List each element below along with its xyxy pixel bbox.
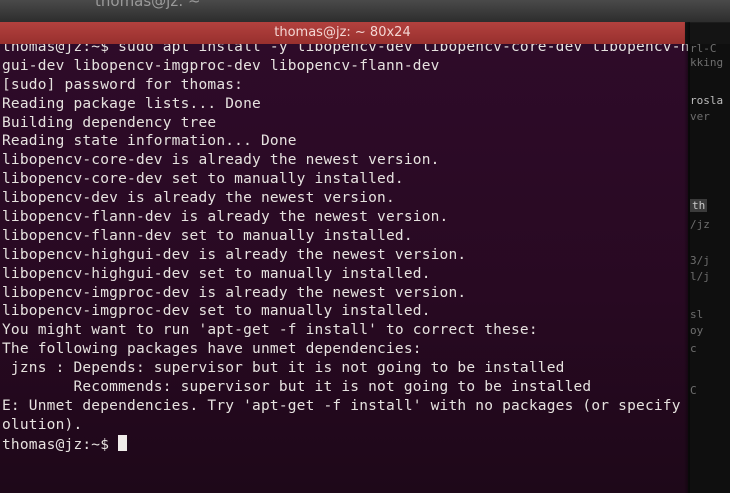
terminal-line: The following packages have unmet depend…	[2, 341, 422, 358]
side-fragment: /jz	[690, 218, 710, 231]
terminal-line: thomas@jz:~$ sudo apt install -y libopen…	[2, 44, 688, 55]
terminal-line: libopencv-dev is already the newest vers…	[2, 190, 395, 207]
side-fragment: l/j	[690, 270, 710, 283]
terminal-line: libopencv-highgui-dev set to manually in…	[2, 265, 431, 282]
terminal-line: Recommends: supervisor but it is not goi…	[2, 379, 592, 396]
terminal-line: Reading state information... Done	[2, 133, 297, 150]
terminal-line: gui-dev libopencv-imgproc-dev libopencv-…	[2, 57, 440, 74]
terminal-line: [sudo] password for thomas:	[2, 76, 244, 93]
terminal-line: Building dependency tree	[2, 114, 217, 131]
side-fragment: rosla	[690, 94, 724, 107]
text-cursor	[118, 434, 128, 451]
terminal-output: thomas@jz:~$ sudo apt install -y libopen…	[2, 44, 688, 454]
background-window-titlebar[interactable]: thomas@jz: ~	[0, 0, 730, 23]
side-fragment: ver	[690, 110, 710, 123]
terminal-line: libopencv-core-dev is already the newest…	[2, 152, 440, 169]
terminal-title: thomas@jz: ~ 80x24	[274, 25, 411, 40]
terminal-line: libopencv-highgui-dev is already the new…	[2, 246, 467, 263]
terminal-line: libopencv-imgproc-dev set to manually in…	[2, 303, 431, 320]
terminal-line: libopencv-imgproc-dev is already the new…	[2, 284, 467, 301]
background-window-title: thomas@jz: ~	[95, 0, 201, 10]
terminal-line: Reading package lists... Done	[2, 95, 261, 112]
side-fragment: th	[690, 199, 708, 212]
terminal-line: libopencv-flann-dev is already the newes…	[2, 209, 449, 226]
side-fragment: c	[690, 342, 697, 355]
side-fragment: 3/j	[690, 254, 710, 267]
side-background-window[interactable]: rl-C kking rosla ver th /jz 3/j l/j sl o…	[688, 44, 730, 493]
terminal-line: libopencv-flann-dev set to manually inst…	[2, 227, 413, 244]
side-fragment: kking	[690, 56, 724, 69]
side-fragment: C	[690, 384, 697, 397]
terminal-titlebar[interactable]: thomas@jz: ~ 80x24	[0, 22, 685, 44]
side-fragment: rl-C	[690, 44, 717, 55]
terminal-line: olution).	[2, 416, 83, 433]
terminal-prompt-line[interactable]: thomas@jz:~$	[2, 434, 688, 454]
terminal-line: E: Unmet dependencies. Try 'apt-get -f i…	[2, 397, 688, 414]
side-fragment: sl	[690, 308, 704, 321]
terminal-window[interactable]: thomas@jz:~$ sudo apt install -y libopen…	[0, 44, 688, 493]
terminal-line: You might want to run 'apt-get -f instal…	[2, 322, 538, 339]
terminal-line: libopencv-core-dev set to manually insta…	[2, 171, 404, 188]
side-fragment: oy	[690, 324, 704, 337]
window-edge-shadow	[684, 22, 690, 493]
terminal-line: jzns : Depends: supervisor but it is not…	[2, 360, 565, 377]
screen: thomas@jz: ~ thomas@jz: ~ 80x24 thomas@j…	[0, 0, 730, 493]
terminal-prompt: thomas@jz:~$	[2, 436, 119, 453]
